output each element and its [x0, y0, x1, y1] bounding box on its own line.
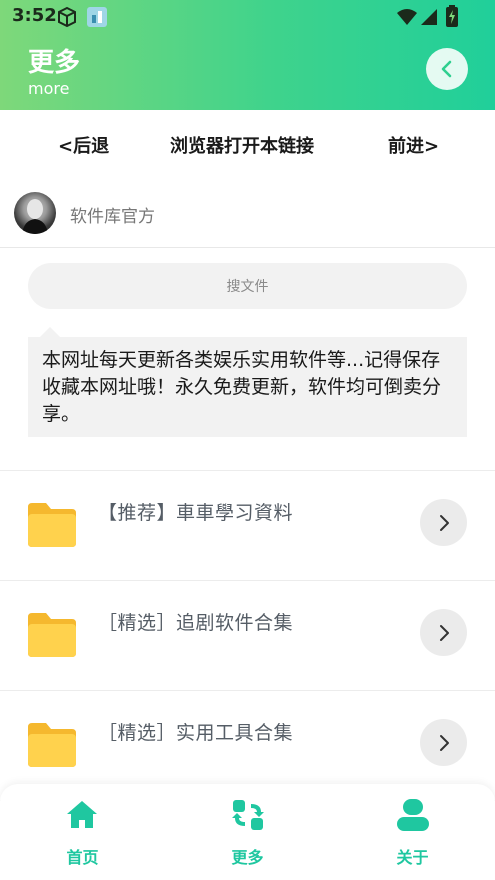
open-folder-button[interactable] — [420, 499, 467, 546]
browser-forward-link[interactable]: 前进> — [388, 132, 439, 158]
open-folder-button[interactable] — [420, 609, 467, 656]
folder-label: ［精选］追剧软件合集 — [98, 612, 294, 634]
notice-text: 本网址每天更新各类娱乐实用软件等...记得保存收藏本网址哦！永久免费更新，软件均… — [28, 337, 467, 437]
list-item[interactable]: 【推荐】車車學习資料 — [0, 471, 495, 581]
open-folder-button[interactable] — [420, 719, 467, 766]
folder-icon — [28, 501, 76, 547]
bottom-nav: 首页 更多 关于 — [0, 784, 495, 880]
chevron-right-icon — [439, 734, 449, 751]
list-item[interactable]: ［精选］追剧软件合集 — [0, 581, 495, 691]
box-icon — [56, 6, 78, 32]
back-button[interactable] — [426, 48, 468, 90]
chevron-right-icon — [439, 514, 449, 531]
app-icon — [86, 6, 108, 32]
folder-icon — [28, 611, 76, 657]
user-icon — [396, 798, 430, 832]
browser-back-link[interactable]: <后退 — [58, 132, 109, 158]
profile-name: 软件库官方 — [70, 207, 155, 227]
tab-label: 首页 — [66, 848, 99, 867]
status-time: 3:52 — [12, 5, 57, 26]
swap-icon — [231, 798, 265, 832]
avatar — [14, 192, 56, 234]
search-input[interactable]: 搜文件 — [28, 263, 467, 309]
chevron-right-icon — [439, 624, 449, 641]
battery-icon — [446, 5, 458, 31]
page-subtitle: more — [28, 79, 70, 98]
folder-icon — [28, 721, 76, 767]
tab-home[interactable]: 首页 — [0, 784, 165, 880]
browser-nav-bar: <后退 浏览器打开本链接 前进> — [0, 110, 495, 180]
notice-pointer — [40, 327, 60, 337]
status-bar: 3:52 — [0, 0, 495, 32]
home-icon — [65, 798, 99, 832]
tab-label: 更多 — [231, 848, 264, 867]
open-in-browser-link[interactable]: 浏览器打开本链接 — [170, 132, 314, 158]
folder-label: ［精选］实用工具合集 — [98, 722, 294, 744]
chevron-left-icon — [441, 60, 452, 78]
signal-icon — [420, 8, 438, 30]
wifi-icon — [396, 8, 418, 30]
page-title: 更多 — [28, 48, 81, 78]
profile-row: 软件库官方 — [0, 180, 495, 248]
tab-more[interactable]: 更多 — [165, 784, 330, 880]
folder-label: 【推荐】車車學习資料 — [98, 502, 294, 524]
tab-label: 关于 — [396, 848, 429, 867]
tab-about[interactable]: 关于 — [330, 784, 495, 880]
search-placeholder: 搜文件 — [226, 279, 269, 295]
